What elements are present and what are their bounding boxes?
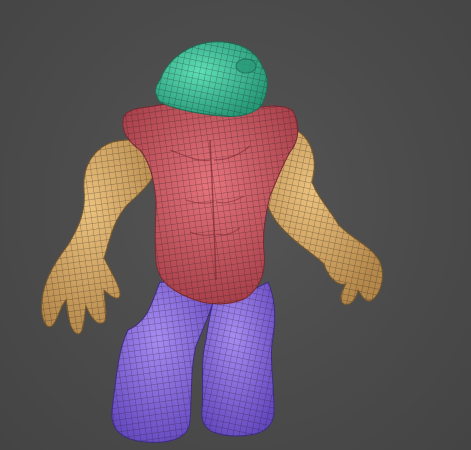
sculpt-model[interactable] — [0, 0, 471, 450]
viewport-3d-canvas[interactable] — [0, 0, 471, 450]
polygroup-head[interactable] — [155, 41, 268, 117]
polygroup-left-arm[interactable] — [41, 139, 159, 335]
polygroup-legs[interactable] — [111, 281, 276, 443]
